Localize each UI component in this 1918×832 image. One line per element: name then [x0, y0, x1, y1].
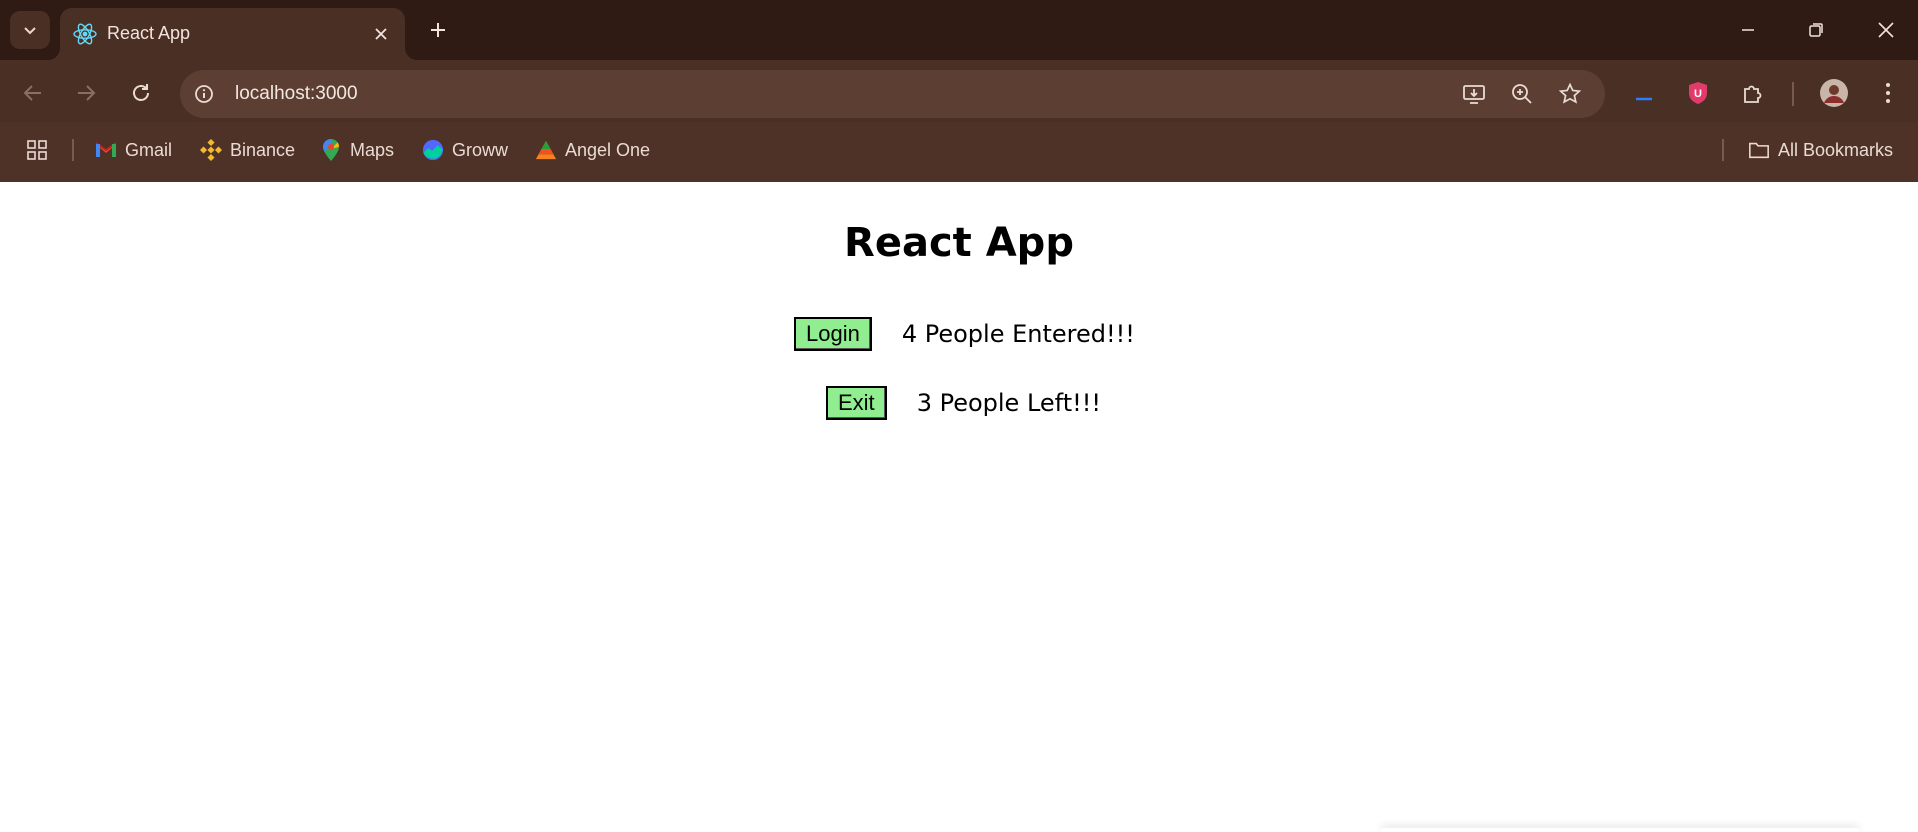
plus-icon — [431, 23, 445, 37]
bookmark-binance[interactable]: Binance — [200, 134, 295, 166]
ublock-extension-icon[interactable]: U — [1682, 77, 1714, 109]
entered-count-text: 4 People Entered!!! — [901, 320, 1135, 348]
page-title: React App — [844, 220, 1074, 266]
tab-search-button[interactable] — [10, 11, 50, 49]
active-tab[interactable]: React App — [60, 8, 405, 60]
exit-row: Exit 3 People Left!!! — [826, 386, 1101, 420]
apps-button[interactable] — [26, 134, 48, 166]
chevron-down-icon — [24, 27, 36, 35]
binance-icon — [200, 139, 222, 161]
all-bookmarks-label: All Bookmarks — [1778, 139, 1894, 160]
bookmark-label: Groww — [452, 139, 509, 160]
login-row: Login 4 People Entered!!! — [794, 317, 1135, 351]
exit-button[interactable]: Exit — [826, 386, 887, 420]
tab-strip: React App — [0, 0, 1918, 60]
login-button[interactable]: Login — [794, 317, 872, 351]
reload-icon — [133, 84, 149, 101]
tab-title: React App — [107, 23, 191, 43]
folder-icon — [1748, 139, 1770, 161]
toolbar-separator — [1792, 82, 1794, 106]
menu-kebab-icon[interactable] — [1872, 77, 1904, 109]
arrow-right-icon — [78, 85, 96, 101]
loading-indicator-icon — [1628, 77, 1660, 109]
zoom-icon[interactable] — [1508, 80, 1536, 108]
bookmark-label: Angel One — [565, 139, 651, 160]
new-tab-button[interactable] — [420, 12, 456, 48]
bookmark-gmail[interactable]: Gmail — [95, 134, 172, 166]
bookmarks-separator-right — [1722, 139, 1724, 161]
reload-button[interactable] — [123, 75, 159, 111]
popup-edge — [1380, 828, 1860, 832]
install-app-icon[interactable] — [1460, 80, 1488, 108]
tab-close-button[interactable] — [367, 20, 395, 48]
all-bookmarks-button[interactable]: All Bookmarks — [1748, 134, 1893, 166]
browser-chrome: React App localhost:3000 U Gmail Binance… — [0, 0, 1918, 182]
bookmarks-separator — [72, 139, 74, 161]
minimize-icon — [1742, 29, 1754, 31]
close-icon — [375, 28, 387, 40]
bookmark-label: Gmail — [125, 139, 173, 160]
gmail-icon — [95, 139, 117, 161]
bookmark-label: Binance — [230, 139, 296, 160]
bookmark-maps[interactable]: Maps — [320, 134, 394, 166]
bookmark-label: Maps — [350, 139, 395, 160]
back-button[interactable] — [15, 75, 51, 111]
groww-icon — [422, 139, 444, 161]
minimize-button[interactable] — [1720, 0, 1776, 60]
angel-one-icon — [535, 139, 557, 161]
extensions-puzzle-icon[interactable] — [1737, 77, 1769, 109]
maps-icon — [320, 139, 342, 161]
close-window-button[interactable] — [1858, 0, 1914, 60]
bookmark-groww[interactable]: Groww — [422, 134, 508, 166]
site-info-icon[interactable] — [192, 82, 216, 106]
react-icon — [73, 23, 97, 45]
address-bar[interactable]: localhost:3000 — [180, 70, 1605, 118]
arrow-left-icon — [23, 85, 41, 101]
left-count-text: 3 People Left!!! — [916, 389, 1101, 417]
forward-button[interactable] — [68, 75, 104, 111]
page-content: React App Login 4 People Entered!!! Exit… — [0, 182, 1918, 832]
bookmark-star-icon[interactable] — [1556, 80, 1584, 108]
profile-avatar[interactable] — [1818, 77, 1850, 109]
bookmark-angel-one[interactable]: Angel One — [535, 134, 650, 166]
svg-text:U: U — [1694, 88, 1702, 100]
close-icon — [1878, 22, 1894, 38]
restore-icon — [1809, 23, 1823, 37]
address-url[interactable]: localhost:3000 — [235, 83, 358, 105]
restore-button[interactable] — [1788, 0, 1844, 60]
apps-grid-icon — [27, 140, 47, 160]
